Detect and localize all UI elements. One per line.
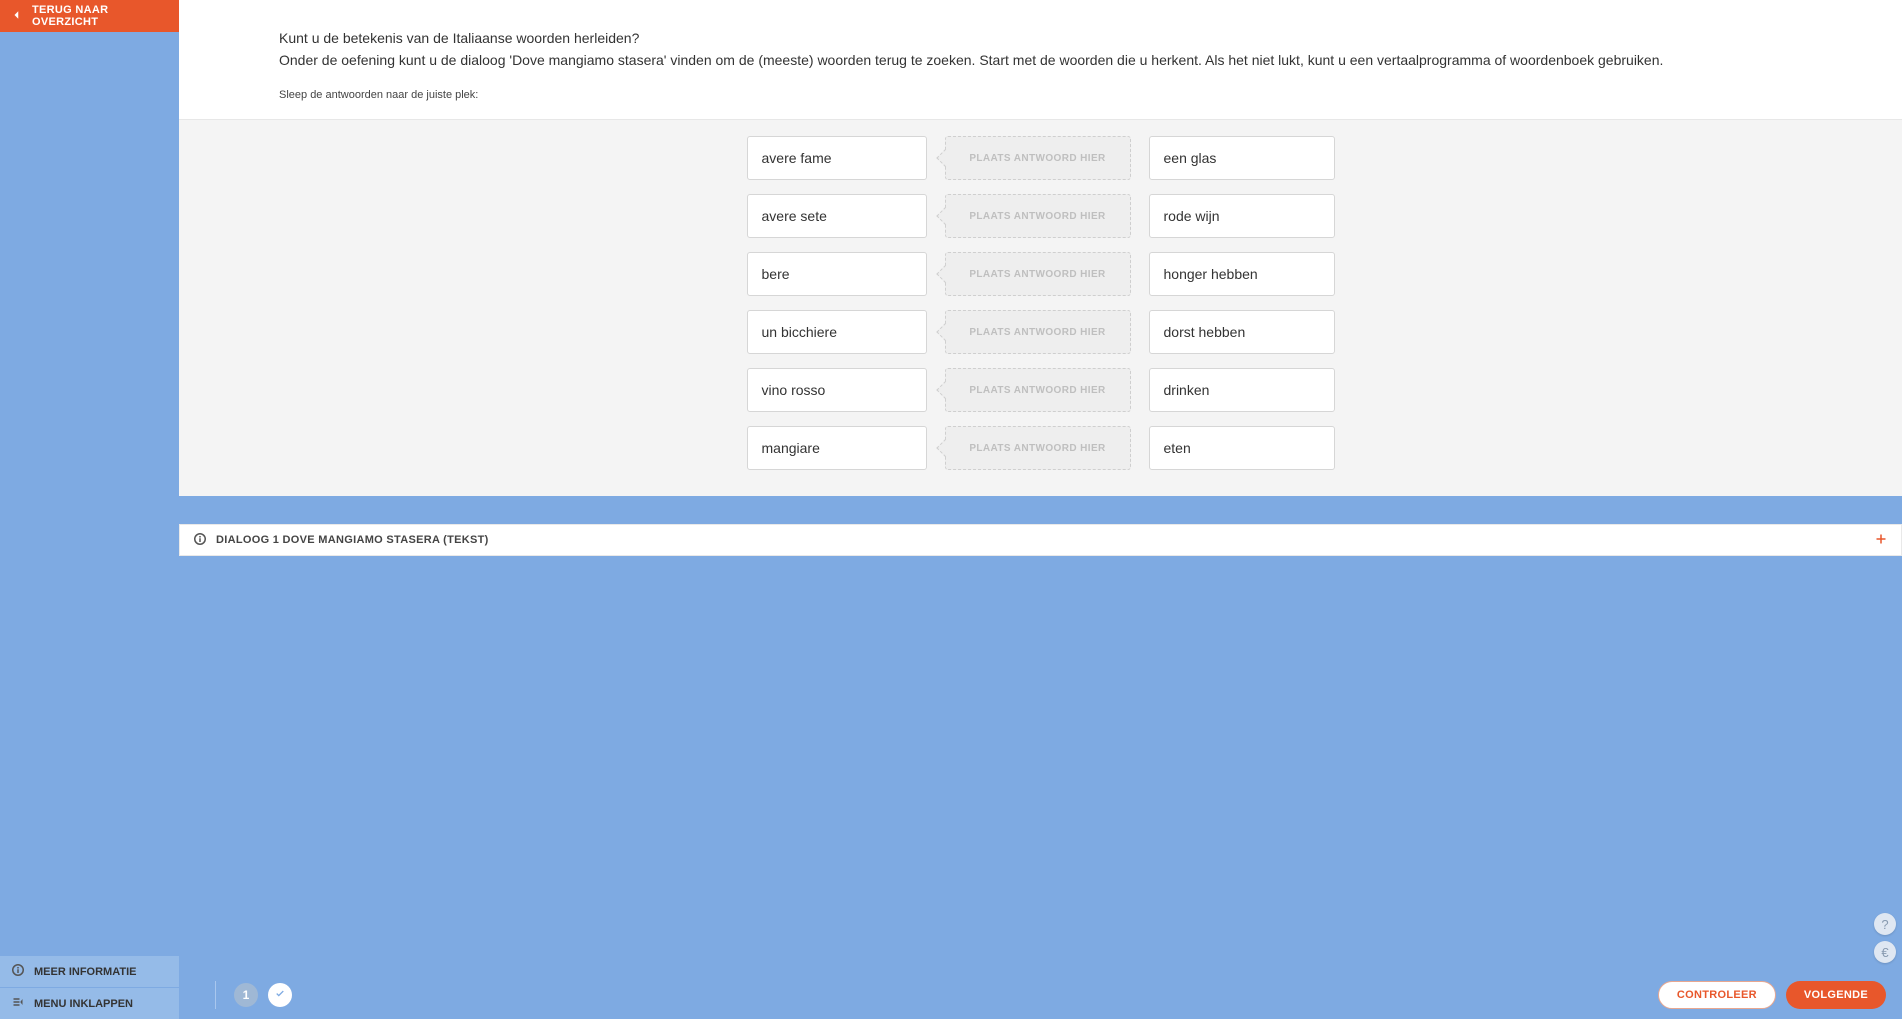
exercise-area: avere fame PLAATS ANTWOORD HIER een glas… <box>179 119 1902 496</box>
footer-bar: 1 CONTROLEER VOLGENDE <box>179 971 1902 1019</box>
drop-placeholder: PLAATS ANTWOORD HIER <box>969 443 1105 454</box>
answer-text: een glas <box>1164 150 1217 166</box>
source-word[interactable]: vino rosso <box>747 368 927 412</box>
intro-line-2: Onder de oefening kunt u de dialoog 'Dov… <box>279 50 1802 72</box>
plus-icon <box>1875 533 1887 548</box>
info-icon <box>194 533 206 548</box>
drop-zone[interactable]: PLAATS ANTWOORD HIER <box>945 136 1131 180</box>
exercise-grid: avere fame PLAATS ANTWOORD HIER een glas… <box>747 136 1335 470</box>
footer-actions: CONTROLEER VOLGENDE <box>1658 981 1886 1009</box>
back-to-overview-button[interactable]: TERUG NAAR OVERZICHT <box>0 0 179 32</box>
source-text: avere fame <box>762 150 832 166</box>
help-button[interactable]: ? <box>1874 913 1896 935</box>
drop-placeholder: PLAATS ANTWOORD HIER <box>969 385 1105 396</box>
help-glyph: ? <box>1881 917 1888 932</box>
answer-card[interactable]: dorst hebben <box>1149 310 1335 354</box>
source-text: vino rosso <box>762 382 826 398</box>
answer-text: honger hebben <box>1164 266 1258 282</box>
check-button-label: CONTROLEER <box>1677 989 1757 1001</box>
source-word[interactable]: un bicchiere <box>747 310 927 354</box>
exercise-card: Kunt u de betekenis van de Italiaanse wo… <box>179 0 1902 496</box>
info-icon <box>12 964 24 979</box>
step-1-button[interactable]: 1 <box>234 983 258 1007</box>
more-info-label: MEER INFORMATIE <box>34 966 136 978</box>
drop-placeholder: PLAATS ANTWOORD HIER <box>969 327 1105 338</box>
answer-card[interactable]: honger hebben <box>1149 252 1335 296</box>
source-word[interactable]: mangiare <box>747 426 927 470</box>
source-text: avere sete <box>762 208 827 224</box>
source-word[interactable]: avere fame <box>747 136 927 180</box>
sidebar-bottom: MEER INFORMATIE MENU INKLAPPEN <box>0 955 179 1019</box>
drop-placeholder: PLAATS ANTWOORD HIER <box>969 269 1105 280</box>
arrow-left-icon <box>12 10 22 23</box>
check-icon <box>275 988 285 1002</box>
more-info-button[interactable]: MEER INFORMATIE <box>0 955 179 987</box>
main-area: Kunt u de betekenis van de Italiaanse wo… <box>179 0 1902 1019</box>
answer-text: drinken <box>1164 382 1210 398</box>
collapse-label: MENU INKLAPPEN <box>34 998 133 1010</box>
back-label: TERUG NAAR OVERZICHT <box>32 4 167 28</box>
step-divider <box>215 981 216 1009</box>
drop-zone[interactable]: PLAATS ANTWOORD HIER <box>945 194 1131 238</box>
answer-card[interactable]: eten <box>1149 426 1335 470</box>
next-button-label: VOLGENDE <box>1804 989 1868 1001</box>
answer-text: eten <box>1164 440 1191 456</box>
answer-card[interactable]: rode wijn <box>1149 194 1335 238</box>
drop-zone[interactable]: PLAATS ANTWOORD HIER <box>945 310 1131 354</box>
drop-zone[interactable]: PLAATS ANTWOORD HIER <box>945 426 1131 470</box>
source-word[interactable]: bere <box>747 252 927 296</box>
source-text: un bicchiere <box>762 324 838 340</box>
step-indicator: 1 <box>215 981 292 1009</box>
step-done-button[interactable] <box>268 983 292 1007</box>
intro-line-1: Kunt u de betekenis van de Italiaanse wo… <box>279 28 1802 50</box>
answer-text: dorst hebben <box>1164 324 1246 340</box>
floating-helpers: ? € <box>1874 913 1896 963</box>
intro-hint: Sleep de antwoorden naar de juiste plek: <box>279 89 1802 101</box>
source-word[interactable]: avere sete <box>747 194 927 238</box>
sidebar: TERUG NAAR OVERZICHT MEER INFORMATIE MEN… <box>0 0 179 1019</box>
answer-card[interactable]: een glas <box>1149 136 1335 180</box>
next-button[interactable]: VOLGENDE <box>1786 981 1886 1009</box>
dialog-accordion[interactable]: DIALOOG 1 DOVE MANGIAMO STASERA (TEKST) <box>179 524 1902 556</box>
drop-placeholder: PLAATS ANTWOORD HIER <box>969 153 1105 164</box>
drop-zone[interactable]: PLAATS ANTWOORD HIER <box>945 252 1131 296</box>
collapse-menu-button[interactable]: MENU INKLAPPEN <box>0 987 179 1019</box>
source-text: bere <box>762 266 790 282</box>
accordion-title: DIALOOG 1 DOVE MANGIAMO STASERA (TEKST) <box>216 534 489 546</box>
drop-placeholder: PLAATS ANTWOORD HIER <box>969 211 1105 222</box>
currency-button[interactable]: € <box>1874 941 1896 963</box>
intro-block: Kunt u de betekenis van de Italiaanse wo… <box>179 28 1902 101</box>
answer-text: rode wijn <box>1164 208 1220 224</box>
answer-card[interactable]: drinken <box>1149 368 1335 412</box>
source-text: mangiare <box>762 440 820 456</box>
check-button[interactable]: CONTROLEER <box>1658 981 1776 1009</box>
step-number: 1 <box>243 988 250 1002</box>
currency-glyph: € <box>1881 945 1888 960</box>
drop-zone[interactable]: PLAATS ANTWOORD HIER <box>945 368 1131 412</box>
collapse-icon <box>12 996 24 1011</box>
